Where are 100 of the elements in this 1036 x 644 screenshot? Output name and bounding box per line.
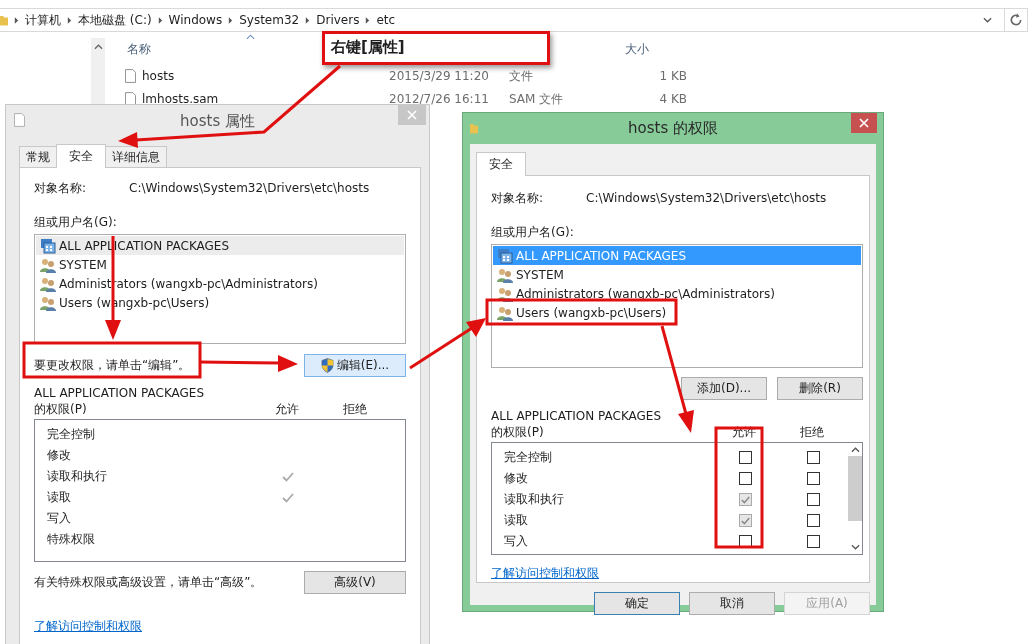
caret-icon bbox=[365, 16, 371, 24]
advanced-button[interactable]: 高级(V) bbox=[304, 570, 406, 594]
window-title: hosts 的权限 bbox=[628, 119, 718, 138]
column-header[interactable]: 名称 bbox=[127, 40, 151, 58]
object-label: 对象名称: bbox=[491, 189, 545, 207]
permission-name: 读取 bbox=[503, 512, 529, 529]
breadcrumb-item[interactable]: 本地磁盘 (C:) bbox=[78, 11, 152, 29]
caret-up-icon bbox=[93, 44, 103, 50]
column-header: 允许 bbox=[274, 401, 300, 417]
chevron-down-icon[interactable] bbox=[983, 17, 992, 23]
checkbox[interactable] bbox=[806, 472, 820, 485]
caret-icon bbox=[14, 16, 19, 24]
package-icon bbox=[40, 237, 56, 254]
checkbox[interactable] bbox=[806, 451, 820, 464]
edit-button[interactable]: 编辑(E)... bbox=[304, 353, 406, 377]
file-icon bbox=[14, 113, 25, 127]
users-icon bbox=[40, 294, 56, 311]
permission-name: 修改 bbox=[46, 447, 72, 464]
folder-icon bbox=[470, 121, 478, 135]
advanced-hint: 有关特殊权限或高级设置，请单击“高级”。 bbox=[34, 573, 263, 591]
breadcrumb-item[interactable]: System32 bbox=[239, 13, 300, 27]
shield-icon bbox=[320, 357, 334, 373]
permissions-title: ALL APPLICATION PACKAGES bbox=[34, 385, 206, 401]
checkbox[interactable] bbox=[806, 514, 820, 527]
users-icon bbox=[40, 256, 56, 273]
dialog-button[interactable]: 取消 bbox=[689, 592, 775, 615]
caret-icon bbox=[157, 16, 163, 24]
group-name: Administrators (wangxb-pc\Administrators) bbox=[516, 286, 775, 301]
caret-icon bbox=[228, 16, 234, 24]
object-label: 对象名称: bbox=[34, 179, 88, 197]
permission-name: 写入 bbox=[503, 533, 529, 550]
group-item[interactable]: Users (wangxb-pc\Users) bbox=[493, 303, 861, 322]
help-link[interactable]: 了解访问控制和权限 bbox=[491, 565, 599, 582]
file-name: hosts bbox=[142, 69, 176, 83]
permission-name: 特殊权限 bbox=[46, 531, 96, 548]
permission-name: 完全控制 bbox=[46, 426, 96, 443]
breadcrumb-item[interactable]: etc bbox=[376, 13, 396, 27]
permission-name: 读取和执行 bbox=[46, 468, 108, 485]
file-icon bbox=[125, 69, 136, 83]
object-path: C:\Windows\System32\Drivers\etc\hosts bbox=[586, 191, 827, 205]
dialog-button[interactable]: 确定 bbox=[594, 592, 680, 615]
sort-caret-icon bbox=[246, 34, 255, 40]
close-icon bbox=[407, 110, 417, 120]
object-path: C:\Windows\System32\Drivers\etc\hosts bbox=[129, 181, 370, 195]
callout-label: 右键[属性] bbox=[322, 31, 550, 65]
caret-icon bbox=[67, 16, 72, 24]
file-type: 文件 bbox=[509, 67, 534, 85]
tab[interactable]: 详细信息 bbox=[105, 146, 167, 167]
users-icon bbox=[40, 275, 56, 292]
groups-label: 组或用户名(G): bbox=[34, 214, 118, 230]
edit-hint: 要更改权限，请单击“编辑”。 bbox=[34, 356, 191, 374]
column-header: 拒绝 bbox=[342, 401, 368, 417]
group-name: Users (wangxb-pc\Users) bbox=[516, 305, 667, 320]
file-size: 4 KB bbox=[658, 92, 687, 106]
breadcrumb-item[interactable]: Windows bbox=[168, 13, 223, 27]
groups-label: 组或用户名(G): bbox=[491, 224, 575, 240]
caret-up-icon[interactable] bbox=[850, 447, 860, 453]
group-name: SYSTEM bbox=[59, 257, 107, 272]
close-icon bbox=[859, 118, 869, 128]
users-icon bbox=[497, 266, 513, 283]
package-icon bbox=[497, 247, 513, 264]
group-item[interactable]: SYSTEM bbox=[36, 255, 404, 274]
file-date: 2012/7/26 16:11 bbox=[389, 92, 490, 106]
checkbox[interactable] bbox=[738, 514, 752, 527]
users-icon bbox=[497, 285, 513, 302]
checkbox[interactable] bbox=[738, 493, 752, 506]
permission-name: 读取和执行 bbox=[503, 491, 565, 508]
permissions-title: ALL APPLICATION PACKAGES bbox=[491, 408, 663, 424]
column-header: 拒绝 bbox=[799, 424, 825, 440]
breadcrumb-item[interactable]: 计算机 bbox=[25, 11, 61, 29]
checkbox[interactable] bbox=[738, 451, 752, 464]
group-list[interactable]: ALL APPLICATION PACKAGES SYSTEM Administrators (wangxb-pc\Administrators) Users (wangxb-pc\Users) bbox=[491, 244, 863, 368]
help-link[interactable]: 了解访问控制和权限 bbox=[34, 618, 142, 635]
folder-icon bbox=[0, 13, 8, 27]
group-name: ALL APPLICATION PACKAGES bbox=[516, 248, 687, 263]
checkbox[interactable] bbox=[806, 493, 820, 506]
file-date: 2015/3/29 11:20 bbox=[389, 69, 490, 83]
column-header[interactable]: 大小 bbox=[625, 40, 649, 58]
checkbox[interactable] bbox=[738, 472, 752, 485]
tab[interactable]: 安全 bbox=[476, 152, 526, 176]
tab[interactable]: 常规 bbox=[19, 146, 57, 167]
close-button[interactable] bbox=[851, 113, 877, 133]
permissions-label: 的权限(P) bbox=[491, 424, 545, 440]
file-name: lmhosts.sam bbox=[142, 92, 220, 106]
file-size: 1 KB bbox=[658, 69, 687, 83]
window-title: hosts 属性 bbox=[180, 111, 255, 131]
breadcrumb-item[interactable]: Drivers bbox=[316, 13, 360, 27]
permission-name: 读取 bbox=[46, 489, 72, 506]
checkbox[interactable] bbox=[806, 535, 820, 548]
permission-name: 写入 bbox=[46, 510, 72, 527]
group-name: SYSTEM bbox=[516, 267, 564, 282]
permissions-label: 的权限(P) bbox=[34, 401, 88, 417]
tab[interactable]: 安全 bbox=[56, 144, 106, 168]
permission-name: 完全控制 bbox=[503, 449, 553, 466]
remove-button[interactable]: 删除(R) bbox=[777, 377, 863, 400]
file-type: SAM 文件 bbox=[509, 90, 565, 108]
caret-down-icon[interactable] bbox=[850, 544, 860, 550]
group-item[interactable]: SYSTEM bbox=[493, 265, 861, 284]
group-item[interactable]: Administrators (wangxb-pc\Administrators) bbox=[493, 284, 861, 303]
add-button[interactable]: 添加(D)... bbox=[681, 377, 767, 400]
